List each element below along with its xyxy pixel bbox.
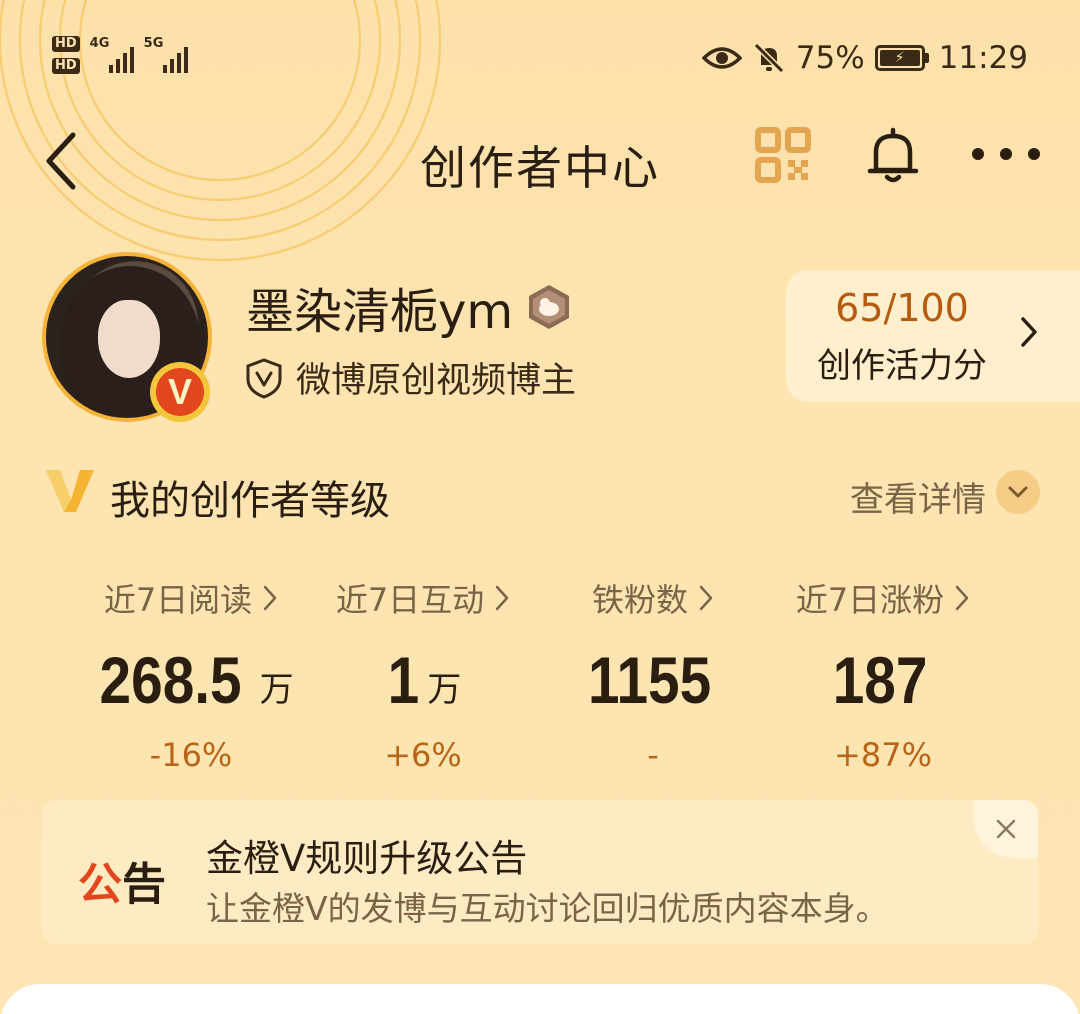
- chevron-right-icon: [495, 585, 509, 611]
- stat-reads[interactable]: 近7日阅读 268.5 万 -16%: [76, 574, 306, 774]
- qr-code-icon: [755, 127, 811, 183]
- expand-details-button[interactable]: [996, 470, 1040, 514]
- profile-name-row[interactable]: 墨染清栀ym: [246, 272, 573, 342]
- battery-percent: 75%: [795, 40, 865, 76]
- stat-label: 铁粉数: [591, 581, 688, 619]
- stat-unit: 万: [259, 670, 294, 710]
- content-panel: [0, 984, 1080, 1014]
- vitality-label: 创作活力分: [817, 346, 987, 386]
- verified-v-badge: V: [150, 362, 210, 422]
- vitality-score-card[interactable]: 65/100 创作活力分: [786, 270, 1080, 402]
- stat-interactions[interactable]: 近7日互动 1万 +6%: [308, 574, 538, 774]
- announcement-body: 让金橙V的发博与互动讨论回归优质内容本身。: [206, 889, 889, 928]
- more-icon-dot: [1000, 148, 1012, 160]
- eye-icon: [701, 47, 742, 69]
- close-announcement-button[interactable]: [974, 800, 1038, 858]
- more-button[interactable]: [968, 132, 1044, 176]
- stat-label: 近7日涨粉: [795, 581, 945, 619]
- stat-label: 近7日互动: [335, 581, 485, 619]
- chevron-right-icon: [1021, 317, 1037, 347]
- creator-level-row: 我的创作者等级 查看详情: [44, 464, 1040, 526]
- chevron-right-icon: [955, 585, 969, 611]
- announcement-card[interactable]: 公告 金橙V规则升级公告 让金橙V的发博与互动讨论回归优质内容本身。: [42, 800, 1038, 944]
- stat-change: -16%: [149, 736, 233, 774]
- hd-indicator-2: HD: [52, 58, 80, 74]
- stat-value: 1155: [588, 643, 712, 717]
- level-v-icon: [46, 470, 94, 512]
- level-badge-icon: [529, 285, 570, 329]
- mute-bell-icon: [753, 42, 784, 74]
- vitality-score: 65/100: [835, 286, 969, 330]
- chevron-right-icon: [263, 585, 277, 611]
- stat-change: -: [647, 736, 659, 774]
- more-icon-dot: [1028, 148, 1040, 160]
- close-icon: [996, 819, 1016, 839]
- level-title: 我的创作者等级: [110, 478, 390, 524]
- stat-value: 187: [832, 643, 928, 717]
- chevron-right-icon: [699, 585, 713, 611]
- verification-row: 微博原创视频博主: [244, 352, 576, 403]
- shield-v-icon: [246, 357, 282, 399]
- hd-indicator-1: HD: [52, 36, 80, 52]
- signal-5g-icon: 5G: [144, 37, 188, 73]
- verification-text: 微博原创视频博主: [296, 361, 577, 401]
- view-details-link[interactable]: 查看详情: [850, 472, 986, 521]
- battery-icon: ⚡: [874, 45, 929, 71]
- chevron-down-icon: [1008, 486, 1028, 498]
- announcement-tag: 公告: [78, 859, 166, 910]
- clock: 11:29: [938, 40, 1028, 76]
- more-icon-dot: [972, 148, 984, 160]
- notification-button[interactable]: [862, 124, 924, 186]
- stat-value: 1: [387, 643, 419, 717]
- bell-icon: [867, 127, 919, 183]
- stat-iron-fans[interactable]: 铁粉数 1155 -: [538, 574, 768, 774]
- stat-value: 268.5: [99, 643, 243, 717]
- nav-bar: 创作者中心: [0, 118, 1080, 202]
- stat-change: +87%: [834, 736, 932, 774]
- stat-new-followers[interactable]: 近7日涨粉 187 +87%: [768, 574, 998, 774]
- signal-4g-icon: 4G: [90, 37, 134, 73]
- stat-label: 近7日阅读: [103, 581, 253, 619]
- status-bar: HD HD 4G 5G 75% ⚡ 11:29: [0, 0, 1080, 110]
- announcement-title: 金橙V规则升级公告: [206, 837, 528, 880]
- qr-code-button[interactable]: [752, 124, 814, 186]
- stat-change: +6%: [384, 736, 462, 774]
- username: 墨染清栀ym: [246, 284, 514, 340]
- stat-unit: 万: [427, 670, 462, 710]
